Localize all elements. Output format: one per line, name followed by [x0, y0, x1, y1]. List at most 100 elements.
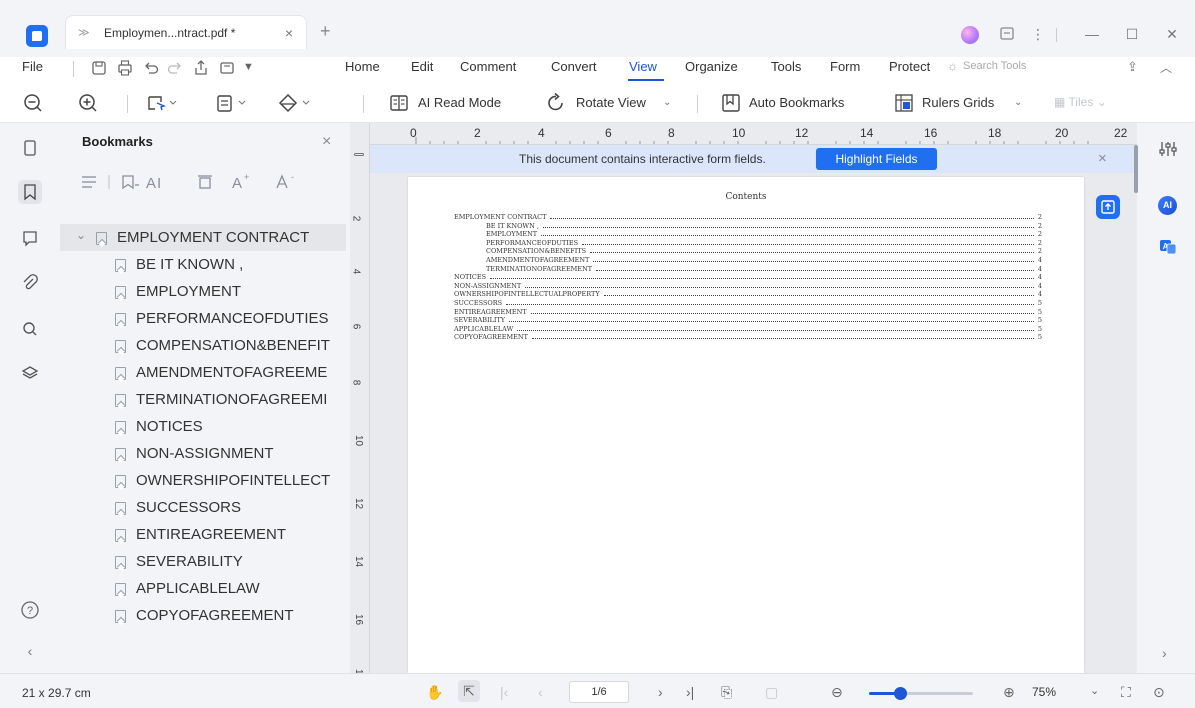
cloud-upload-icon[interactable]: ⇪: [1127, 59, 1138, 75]
ai-read-mode-button[interactable]: AI Read Mode: [418, 95, 501, 110]
bookmark-icon: [115, 502, 126, 515]
quick-access-dropdown-icon[interactable]: ▼: [243, 61, 254, 73]
first-page-icon[interactable]: |‹: [500, 684, 508, 700]
bookmark-item[interactable]: BE IT KNOWN ,: [60, 251, 346, 278]
bookmark-item[interactable]: APPLICABLELAW: [60, 575, 346, 602]
document-viewport[interactable]: This document contains interactive form …: [370, 145, 1137, 673]
auto-bookmarks-icon: [720, 92, 742, 114]
vertical-ruler-tick: 4: [350, 268, 362, 275]
toc-entry[interactable]: COPYOFAGREEMENT 5: [454, 333, 1042, 343]
reading-options-icon[interactable]: ⊙: [1153, 684, 1165, 701]
menu-comment[interactable]: Comment: [460, 59, 516, 74]
bookmark-item[interactable]: OWNERSHIPOFINTELLECT: [60, 467, 346, 494]
bookmark-item[interactable]: SEVERABILITY: [60, 548, 346, 575]
status-zoom-in-icon[interactable]: ⊕: [1003, 684, 1015, 701]
page-number-input[interactable]: 1/6: [569, 681, 629, 703]
zoom-out-icon[interactable]: [22, 92, 44, 114]
menu-form[interactable]: Form: [830, 59, 860, 74]
menu-convert[interactable]: Convert: [551, 59, 597, 74]
bookmark-item[interactable]: COMPENSATION&BENEFIT: [60, 332, 346, 359]
menu-home[interactable]: Home: [345, 59, 380, 74]
toc-entry-title: COPYOFAGREEMENT: [454, 333, 530, 343]
hand-tool-icon[interactable]: ✋: [426, 684, 443, 701]
new-tab-button[interactable]: +: [320, 22, 338, 40]
avatar[interactable]: [961, 26, 979, 44]
status-zoom-out-icon[interactable]: ⊖: [831, 684, 843, 701]
bookmark-item[interactable]: ENTIREAGREEMENT: [60, 521, 346, 548]
search-tools-input[interactable]: Search Tools: [963, 60, 1026, 72]
help-icon[interactable]: ?: [18, 598, 42, 622]
comments-icon[interactable]: [18, 226, 42, 250]
rotate-view-button[interactable]: Rotate View: [576, 95, 646, 110]
zoom-in-icon[interactable]: [77, 92, 99, 114]
bookmark-item[interactable]: NOTICES: [60, 413, 346, 440]
expand-chevron-icon[interactable]: ⌄: [76, 228, 86, 242]
bookmark-root[interactable]: ⌄ EMPLOYMENT CONTRACT: [60, 224, 346, 251]
menu-protect[interactable]: Protect: [889, 59, 930, 74]
ai-assistant-icon[interactable]: AI: [1158, 196, 1177, 215]
save-icon[interactable]: [90, 57, 108, 79]
fit-width-icon[interactable]: ▢: [765, 684, 778, 701]
collapse-ribbon-icon[interactable]: ︿: [1160, 59, 1172, 76]
bookmark-item[interactable]: SUCCESSORS: [60, 494, 346, 521]
bookmark-item[interactable]: AMENDMENTOFAGREEME: [60, 359, 346, 386]
bookmark-item[interactable]: EMPLOYMENT: [60, 278, 346, 305]
share-icon[interactable]: [192, 57, 210, 79]
vertical-ruler-tick: 10: [353, 434, 365, 447]
next-page-icon[interactable]: ›: [658, 684, 663, 700]
redo-icon[interactable]: [166, 57, 184, 79]
bookmark-label: SUCCESSORS: [136, 499, 242, 516]
layers-icon[interactable]: [18, 361, 42, 385]
minimize-button[interactable]: —: [1080, 22, 1104, 46]
translate-icon[interactable]: A: [1158, 237, 1178, 257]
zoom-slider-handle[interactable]: [894, 687, 908, 700]
bookmark-item[interactable]: NON-ASSIGNMENT: [60, 440, 346, 467]
fullscreen-icon[interactable]: ⛶: [1121, 684, 1131, 701]
menu-file[interactable]: File: [22, 59, 43, 74]
attachments-icon[interactable]: [18, 271, 42, 295]
menu-view[interactable]: View: [629, 59, 657, 74]
collapse-panel-icon[interactable]: ‹: [18, 639, 42, 663]
search-icon[interactable]: [18, 317, 42, 341]
rulers-grids-chevron-icon[interactable]: ⌄: [1014, 97, 1022, 108]
properties-sliders-icon[interactable]: [1158, 138, 1178, 160]
more-options-icon[interactable]: ⋮: [1026, 22, 1050, 46]
mail-icon[interactable]: [218, 57, 236, 79]
menu-edit[interactable]: Edit: [411, 59, 433, 74]
bookmark-icon: [115, 313, 126, 326]
last-page-icon[interactable]: ›|: [686, 684, 694, 700]
menu-organize[interactable]: Organize: [685, 59, 738, 74]
undo-icon[interactable]: [142, 57, 160, 79]
previous-page-icon[interactable]: ‹: [538, 684, 543, 700]
bookmarks-rail-icon[interactable]: [18, 180, 42, 204]
zoom-level[interactable]: 75%: [1032, 685, 1056, 699]
maximize-button[interactable]: ☐: [1120, 22, 1144, 46]
highlight-fields-button[interactable]: Highlight Fields: [816, 148, 937, 170]
bookmark-item[interactable]: TERMINATIONOFAGREEMI: [60, 386, 346, 413]
auto-bookmarks-button[interactable]: Auto Bookmarks: [749, 95, 844, 110]
bookmark-item[interactable]: COPYOFAGREEMENT: [60, 602, 346, 629]
thumbnails-icon[interactable]: [18, 136, 42, 160]
panel-close-button[interactable]: ×: [322, 133, 331, 151]
close-window-button[interactable]: ✕: [1160, 22, 1184, 46]
page-display-icon[interactable]: [215, 92, 246, 114]
pdf-page[interactable]: Contents EMPLOYMENT CONTRACT 2 BE IT KNOWN…: [408, 177, 1084, 673]
bookmark-item[interactable]: PERFORMANCEOFDUTIES: [60, 305, 346, 332]
select-tool-icon[interactable]: [145, 92, 177, 114]
select-tool-status-icon[interactable]: ⇱: [458, 680, 480, 702]
bookmark-label: NOTICES: [136, 418, 203, 435]
print-icon[interactable]: [116, 57, 134, 79]
floating-export-button[interactable]: [1096, 195, 1120, 219]
zoom-slider[interactable]: [869, 687, 973, 700]
feedback-icon[interactable]: [995, 22, 1019, 46]
document-tab[interactable]: ≫ Employmen...ntract.pdf * ×: [65, 15, 307, 49]
rotate-view-chevron-icon[interactable]: ⌄: [663, 97, 671, 108]
expand-right-panel-icon[interactable]: ›: [1162, 645, 1167, 661]
banner-close-button[interactable]: ×: [1098, 150, 1107, 167]
tab-close-button[interactable]: ×: [280, 24, 298, 42]
background-fill-icon[interactable]: [274, 92, 310, 114]
rulers-grids-button[interactable]: Rulers Grids: [922, 95, 994, 110]
menu-tools[interactable]: Tools: [771, 59, 801, 74]
zoom-dropdown-icon[interactable]: ⌄: [1090, 684, 1099, 697]
fit-page-icon[interactable]: ⎘: [721, 684, 732, 701]
